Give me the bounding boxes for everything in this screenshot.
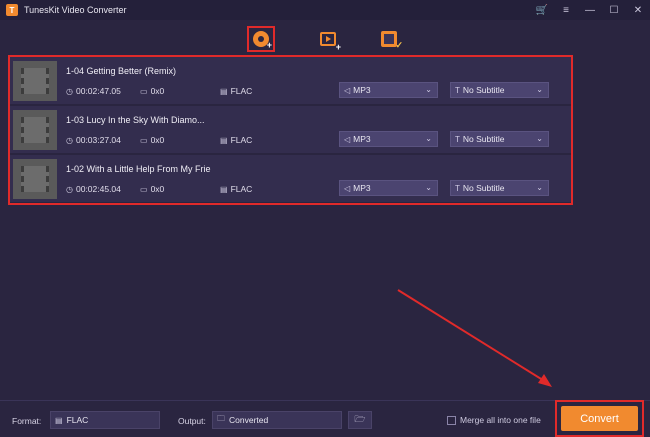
file-list: 1-04 Getting Better (Remix) ◷ 00:02:47.05… bbox=[8, 55, 573, 205]
subtitle-select[interactable]: T No Subtitle ⌄ bbox=[450, 180, 549, 196]
bottom-bar: Format: ▤ FLAC Output: 🗀 Converted 🗁 Merge… bbox=[0, 400, 650, 437]
maximize-button[interactable]: ☐ bbox=[602, 5, 626, 16]
subtitle-select[interactable]: T No Subtitle ⌄ bbox=[450, 131, 549, 147]
source-format-value: FLAC bbox=[230, 184, 253, 194]
duration-value: 00:02:47.05 bbox=[75, 86, 121, 96]
window-controls: 🛒 ≡ — ☐ ✕ bbox=[530, 0, 650, 20]
file-row[interactable]: 1-03 Lucy In the Sky With Diamo... ◷ 00:0… bbox=[10, 106, 571, 154]
chevron-down-icon: ⌄ bbox=[536, 85, 543, 94]
close-button[interactable]: ✕ bbox=[626, 5, 650, 16]
source-format: ▤ FLAC bbox=[220, 135, 252, 145]
output-value: Converted bbox=[229, 415, 269, 425]
file-icon: ▤ bbox=[220, 184, 228, 194]
cart-icon[interactable]: 🛒 bbox=[530, 5, 554, 16]
toolbar: + + ✓ bbox=[0, 20, 650, 54]
output-format-value: MP3 bbox=[353, 134, 371, 144]
file-name: 1-04 Getting Better (Remix) bbox=[66, 66, 177, 76]
menu-icon[interactable]: ≡ bbox=[554, 5, 578, 16]
output-format-select[interactable]: ◁ MP3 ⌄ bbox=[339, 131, 438, 147]
subtitle-value: No Subtitle bbox=[462, 134, 505, 144]
output-format-select[interactable]: ◁ MP3 ⌄ bbox=[339, 82, 438, 98]
text-icon: T bbox=[455, 183, 460, 193]
clock-icon: ◷ bbox=[66, 86, 73, 96]
duration: ◷ 00:02:47.05 bbox=[66, 86, 121, 96]
title-bar: T TunesKit Video Converter 🛒 ≡ — ☐ ✕ bbox=[0, 0, 650, 20]
resolution: ▭ 0x0 bbox=[140, 135, 164, 145]
duration-value: 00:03:27.04 bbox=[75, 135, 121, 145]
output-field[interactable]: 🗀 Converted bbox=[212, 411, 342, 429]
video-thumbnail bbox=[13, 159, 57, 199]
subtitle-select[interactable]: T No Subtitle ⌄ bbox=[450, 82, 549, 98]
chevron-down-icon: ⌄ bbox=[425, 85, 432, 94]
open-folder-icon: 🗁 bbox=[354, 414, 366, 424]
clock-icon: ◷ bbox=[66, 135, 73, 145]
monitor-icon: ▭ bbox=[140, 184, 148, 194]
merge-label: Merge all into one file bbox=[460, 415, 541, 425]
subtitle-value: No Subtitle bbox=[462, 183, 505, 193]
plus-icon: + bbox=[335, 42, 341, 52]
chevron-down-icon: ⌄ bbox=[425, 183, 432, 192]
source-format: ▤ FLAC bbox=[220, 86, 252, 96]
format-field[interactable]: ▤ FLAC bbox=[50, 411, 160, 429]
format-label: Format: bbox=[12, 416, 42, 426]
minimize-button[interactable]: — bbox=[578, 5, 602, 16]
check-icon: ✓ bbox=[395, 40, 403, 50]
clock-icon: ◷ bbox=[66, 184, 73, 194]
chevron-down-icon: ⌄ bbox=[425, 134, 432, 143]
video-thumbnail bbox=[13, 61, 57, 101]
resolution-value: 0x0 bbox=[150, 184, 165, 194]
browse-folder-button[interactable]: 🗁 bbox=[348, 411, 372, 429]
resolution: ▭ 0x0 bbox=[140, 86, 164, 96]
duration: ◷ 00:03:27.04 bbox=[66, 135, 121, 145]
app-logo-icon: T bbox=[6, 4, 18, 16]
task-button[interactable]: ✓ bbox=[375, 26, 403, 52]
resolution: ▭ 0x0 bbox=[140, 184, 164, 194]
file-icon: ▤ bbox=[220, 135, 228, 145]
file-name: 1-02 With a Little Help From My Frie bbox=[66, 164, 211, 174]
format-value: FLAC bbox=[66, 415, 89, 425]
folder-icon: 🗀 bbox=[217, 414, 225, 423]
file-icon: ▤ bbox=[220, 86, 228, 96]
plus-icon: + bbox=[266, 40, 272, 50]
output-format-select[interactable]: ◁ MP3 ⌄ bbox=[339, 180, 438, 196]
file-icon: ▤ bbox=[55, 415, 63, 425]
chevron-down-icon: ⌄ bbox=[536, 134, 543, 143]
audio-icon: ◁ bbox=[344, 85, 351, 95]
output-format-value: MP3 bbox=[353, 85, 371, 95]
add-file-button[interactable]: + bbox=[247, 26, 275, 52]
monitor-icon: ▭ bbox=[140, 135, 148, 145]
source-format: ▤ FLAC bbox=[220, 184, 252, 194]
text-icon: T bbox=[455, 134, 460, 144]
merge-checkbox[interactable] bbox=[447, 415, 456, 425]
file-name: 1-03 Lucy In the Sky With Diamo... bbox=[66, 115, 205, 125]
convert-highlight: Convert bbox=[555, 400, 644, 437]
convert-button[interactable]: Convert bbox=[561, 406, 638, 431]
output-label: Output: bbox=[178, 416, 206, 426]
source-format-value: FLAC bbox=[230, 135, 253, 145]
file-row[interactable]: 1-04 Getting Better (Remix) ◷ 00:02:47.05… bbox=[10, 57, 571, 105]
add-video-button[interactable]: + bbox=[314, 26, 342, 52]
video-thumbnail bbox=[13, 110, 57, 150]
file-row[interactable]: 1-02 With a Little Help From My Frie ◷ 00… bbox=[10, 155, 571, 203]
audio-icon: ◁ bbox=[344, 183, 351, 193]
text-icon: T bbox=[455, 85, 460, 95]
app-title: TunesKit Video Converter bbox=[24, 5, 127, 15]
duration: ◷ 00:02:45.04 bbox=[66, 184, 121, 194]
merge-option[interactable]: Merge all into one file bbox=[447, 415, 541, 425]
source-format-value: FLAC bbox=[230, 86, 253, 96]
monitor-icon: ▭ bbox=[140, 86, 148, 96]
resolution-value: 0x0 bbox=[150, 135, 165, 145]
chevron-down-icon: ⌄ bbox=[536, 183, 543, 192]
duration-value: 00:02:45.04 bbox=[75, 184, 121, 194]
subtitle-value: No Subtitle bbox=[462, 85, 505, 95]
resolution-value: 0x0 bbox=[150, 86, 165, 96]
audio-icon: ◁ bbox=[344, 134, 351, 144]
output-format-value: MP3 bbox=[353, 183, 371, 193]
add-video-icon bbox=[320, 32, 336, 46]
